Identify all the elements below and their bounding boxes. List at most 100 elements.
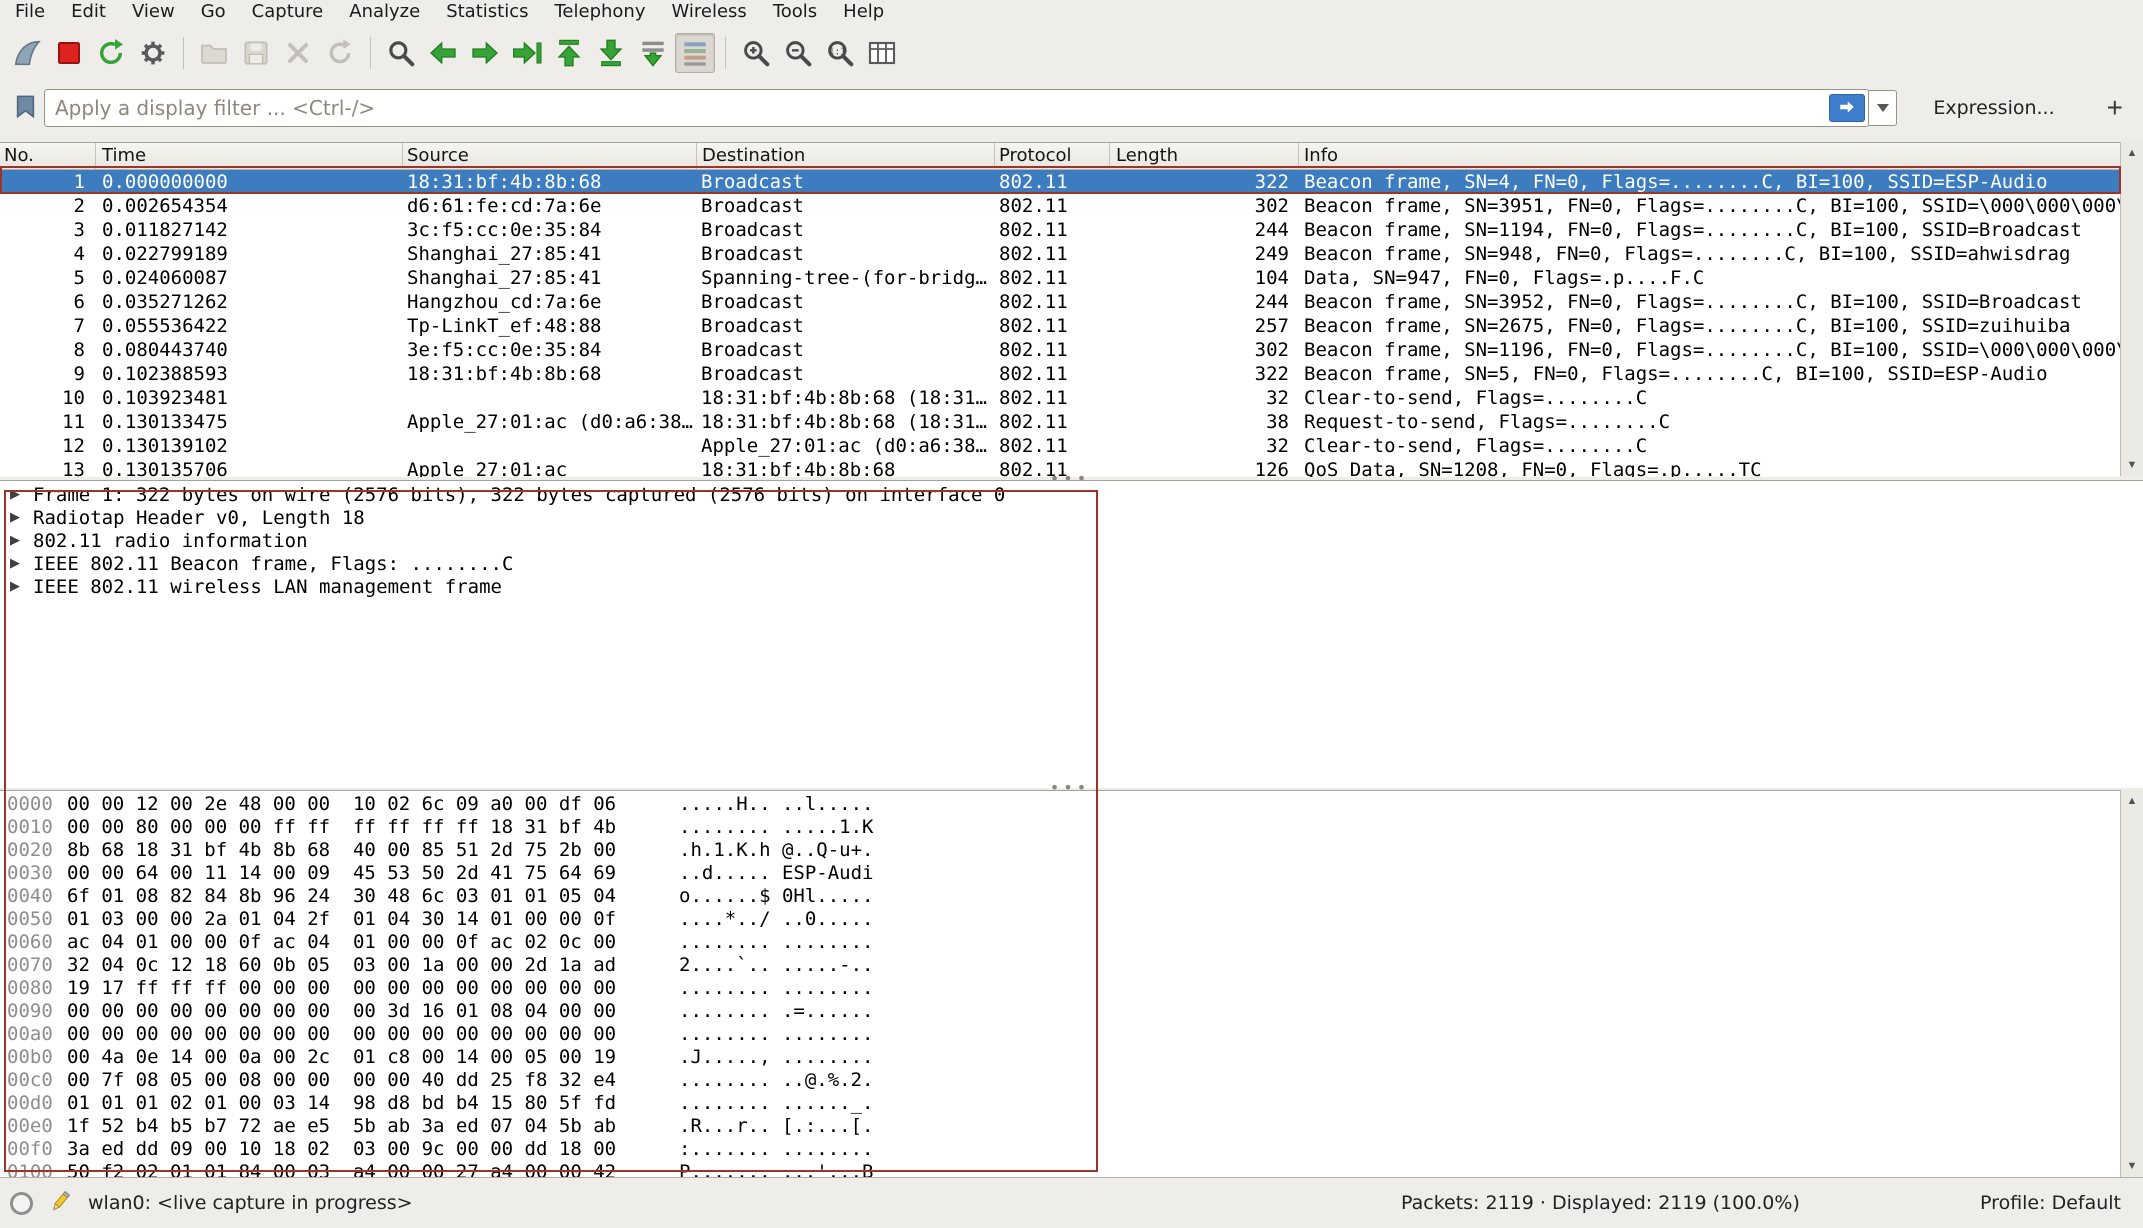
cell-time: 0.000000000 bbox=[96, 170, 403, 194]
detail-tree-item[interactable]: ▶IEEE 802.11 Beacon frame, Flags: ......… bbox=[0, 552, 2143, 575]
menu-analyze[interactable]: Analyze bbox=[336, 0, 433, 24]
auto-scroll-button[interactable] bbox=[633, 33, 673, 73]
cell-len: 249 bbox=[1110, 242, 1299, 266]
hex-row-0060[interactable]: 0060ac 04 01 00 00 0f ac 04 01 00 00 0f … bbox=[0, 931, 2121, 954]
packet-row-10[interactable]: 100.10392348118:31:bf:4b:8b:68 (18:31:bf… bbox=[0, 386, 2121, 410]
hex-row-0020[interactable]: 00208b 68 18 31 bf 4b 8b 68 40 00 85 51 … bbox=[0, 839, 2121, 862]
go-back-button[interactable] bbox=[423, 33, 463, 73]
hex-dump-scrollbar[interactable]: ▲ ▼ bbox=[2120, 790, 2143, 1177]
go-forward-button[interactable] bbox=[465, 33, 505, 73]
go-to-packet-button[interactable] bbox=[507, 33, 547, 73]
menu-telephony[interactable]: Telephony bbox=[541, 0, 658, 24]
expand-arrow-icon[interactable]: ▶ bbox=[10, 533, 26, 548]
cell-info: Beacon frame, SN=1196, FN=0, Flags=.....… bbox=[1299, 338, 2121, 362]
go-last-packet-button[interactable] bbox=[591, 33, 631, 73]
packet-row-3[interactable]: 30.0118271423c:f5:cc:0e:35:84Broadcast80… bbox=[0, 218, 2121, 242]
menu-wireless[interactable]: Wireless bbox=[658, 0, 759, 24]
cell-info: Beacon frame, SN=3952, FN=0, Flags=.....… bbox=[1299, 290, 2121, 314]
scroll-down-arrow-icon[interactable]: ▼ bbox=[2121, 454, 2143, 476]
hex-row-00b0[interactable]: 00b000 4a 0e 14 00 0a 00 2c 01 c8 00 14 … bbox=[0, 1046, 2121, 1069]
hex-row-0010[interactable]: 001000 00 80 00 00 00 ff ff ff ff ff ff … bbox=[0, 816, 2121, 839]
hex-row-00a0[interactable]: 00a000 00 00 00 00 00 00 00 00 00 00 00 … bbox=[0, 1023, 2121, 1046]
hex-row-00d0[interactable]: 00d001 01 01 02 01 00 03 14 98 d8 bd b4 … bbox=[0, 1092, 2121, 1115]
menu-go[interactable]: Go bbox=[188, 0, 239, 24]
packet-row-5[interactable]: 50.024060087Shanghai_27:85:41Spanning-tr… bbox=[0, 266, 2121, 290]
menu-view[interactable]: View bbox=[119, 0, 188, 24]
zoom-in-button[interactable] bbox=[736, 33, 776, 73]
column-header-info[interactable]: Info bbox=[1299, 143, 2121, 169]
hex-offset: 0000 bbox=[7, 793, 59, 816]
scroll-down-arrow-icon[interactable]: ▼ bbox=[2121, 1155, 2143, 1177]
filter-bookmark-button[interactable] bbox=[8, 90, 42, 126]
menu-statistics[interactable]: Statistics bbox=[433, 0, 541, 24]
menu-capture[interactable]: Capture bbox=[239, 0, 337, 24]
start-capture-button[interactable] bbox=[7, 33, 47, 73]
packet-row-11[interactable]: 110.130133475Apple_27:01:ac (d0:a6:38:27… bbox=[0, 410, 2121, 434]
packet-details-pane: ▶Frame 1: 322 bytes on wire (2576 bits),… bbox=[0, 480, 2143, 788]
hex-row-00e0[interactable]: 00e01f 52 b4 b5 b7 72 ae e5 5b ab 3a ed … bbox=[0, 1115, 2121, 1138]
hex-row-0070[interactable]: 007032 04 0c 12 18 60 0b 05 03 00 1a 00 … bbox=[0, 954, 2121, 977]
find-packet-button[interactable] bbox=[381, 33, 421, 73]
expand-arrow-icon[interactable]: ▶ bbox=[10, 579, 26, 594]
add-filter-button[interactable]: + bbox=[2101, 95, 2129, 121]
packet-list-scrollbar[interactable]: ▲ ▼ bbox=[2120, 142, 2143, 476]
scroll-up-arrow-icon[interactable]: ▲ bbox=[2121, 142, 2143, 164]
packet-row-6[interactable]: 60.035271262Hangzhou_cd:7a:6eBroadcast80… bbox=[0, 290, 2121, 314]
scroll-up-arrow-icon[interactable]: ▲ bbox=[2121, 790, 2143, 812]
column-header-length[interactable]: Length bbox=[1110, 143, 1299, 169]
go-first-packet-button[interactable] bbox=[549, 33, 589, 73]
apply-filter-button[interactable] bbox=[1829, 94, 1865, 122]
detail-tree-item[interactable]: ▶802.11 radio information bbox=[0, 529, 2143, 552]
hex-ascii: ........ .....1.K bbox=[679, 816, 873, 839]
column-header-time[interactable]: Time bbox=[96, 143, 403, 169]
hex-row-0080[interactable]: 008019 17 ff ff ff 00 00 00 00 00 00 00 … bbox=[0, 977, 2121, 1000]
packet-row-9[interactable]: 90.10238859318:31:bf:4b:8b:68Broadcast80… bbox=[0, 362, 2121, 386]
zoom-original-button[interactable]: 1:1 bbox=[820, 33, 860, 73]
column-header-source[interactable]: Source bbox=[403, 143, 697, 169]
profile-status[interactable]: Profile: Default bbox=[1980, 1178, 2121, 1228]
packet-row-1[interactable]: 10.00000000018:31:bf:4b:8b:68Broadcast80… bbox=[0, 170, 2121, 194]
menu-file[interactable]: File bbox=[2, 0, 58, 24]
detail-tree-item[interactable]: ▶Frame 1: 322 bytes on wire (2576 bits),… bbox=[0, 483, 2143, 506]
expand-arrow-icon[interactable]: ▶ bbox=[10, 510, 26, 525]
menu-edit[interactable]: Edit bbox=[58, 0, 119, 24]
restart-capture-button[interactable] bbox=[91, 33, 131, 73]
hex-row-00f0[interactable]: 00f03a ed dd 09 00 10 18 02 03 00 9c 00 … bbox=[0, 1138, 2121, 1161]
hex-row-00c0[interactable]: 00c000 7f 08 05 00 08 00 00 00 00 40 dd … bbox=[0, 1069, 2121, 1092]
menu-help[interactable]: Help bbox=[830, 0, 897, 24]
filter-history-dropdown[interactable] bbox=[1869, 90, 1897, 126]
column-header-no[interactable]: No. bbox=[0, 143, 96, 169]
packet-row-8[interactable]: 80.0804437403e:f5:cc:0e:35:84Broadcast80… bbox=[0, 338, 2121, 362]
resize-columns-button[interactable] bbox=[862, 33, 902, 73]
menu-tools[interactable]: Tools bbox=[760, 0, 830, 24]
packet-row-7[interactable]: 70.055536422Tp-LinkT_ef:48:88Broadcast80… bbox=[0, 314, 2121, 338]
packet-row-12[interactable]: 120.130139102Apple_27:01:ac (d0:a6:38:27… bbox=[0, 434, 2121, 458]
expand-arrow-icon[interactable]: ▶ bbox=[10, 556, 26, 571]
capture-comment-icon[interactable] bbox=[47, 1188, 74, 1219]
hex-ascii: .R...r.. [.:...[. bbox=[679, 1115, 873, 1138]
detail-tree-item[interactable]: ▶IEEE 802.11 wireless LAN management fra… bbox=[0, 575, 2143, 598]
expression-button[interactable]: Expression... bbox=[1927, 93, 2060, 123]
packet-row-2[interactable]: 20.002654354d6:61:fe:cd:7a:6eBroadcast80… bbox=[0, 194, 2121, 218]
colorize-packets-button[interactable] bbox=[675, 33, 715, 73]
capture-options-button[interactable] bbox=[133, 33, 173, 73]
display-filter-input[interactable] bbox=[45, 92, 1829, 124]
expand-arrow-icon[interactable]: ▶ bbox=[10, 487, 26, 502]
cell-no: 7 bbox=[0, 314, 96, 338]
column-header-protocol[interactable]: Protocol bbox=[995, 143, 1110, 169]
cell-info: Clear-to-send, Flags=........C bbox=[1299, 386, 2121, 410]
packet-row-4[interactable]: 40.022799189Shanghai_27:85:41Broadcast80… bbox=[0, 242, 2121, 266]
hex-row-0000[interactable]: 000000 00 12 00 2e 48 00 00 10 02 6c 09 … bbox=[0, 793, 2121, 816]
cell-no: 12 bbox=[0, 434, 96, 458]
zoom-out-button[interactable] bbox=[778, 33, 818, 73]
column-header-destination[interactable]: Destination bbox=[697, 143, 995, 169]
hex-row-0050[interactable]: 005001 03 00 00 2a 01 04 2f 01 04 30 14 … bbox=[0, 908, 2121, 931]
hex-row-0090[interactable]: 009000 00 00 00 00 00 00 00 00 3d 16 01 … bbox=[0, 1000, 2121, 1023]
capture-status-icon[interactable] bbox=[10, 1192, 33, 1215]
reload-file-button bbox=[320, 33, 360, 73]
hex-row-0040[interactable]: 00406f 01 08 82 84 8b 96 24 30 48 6c 03 … bbox=[0, 885, 2121, 908]
stop-capture-button[interactable] bbox=[49, 33, 89, 73]
stop-capture-icon bbox=[53, 37, 85, 69]
hex-row-0030[interactable]: 003000 00 64 00 11 14 00 09 45 53 50 2d … bbox=[0, 862, 2121, 885]
detail-tree-item[interactable]: ▶Radiotap Header v0, Length 18 bbox=[0, 506, 2143, 529]
